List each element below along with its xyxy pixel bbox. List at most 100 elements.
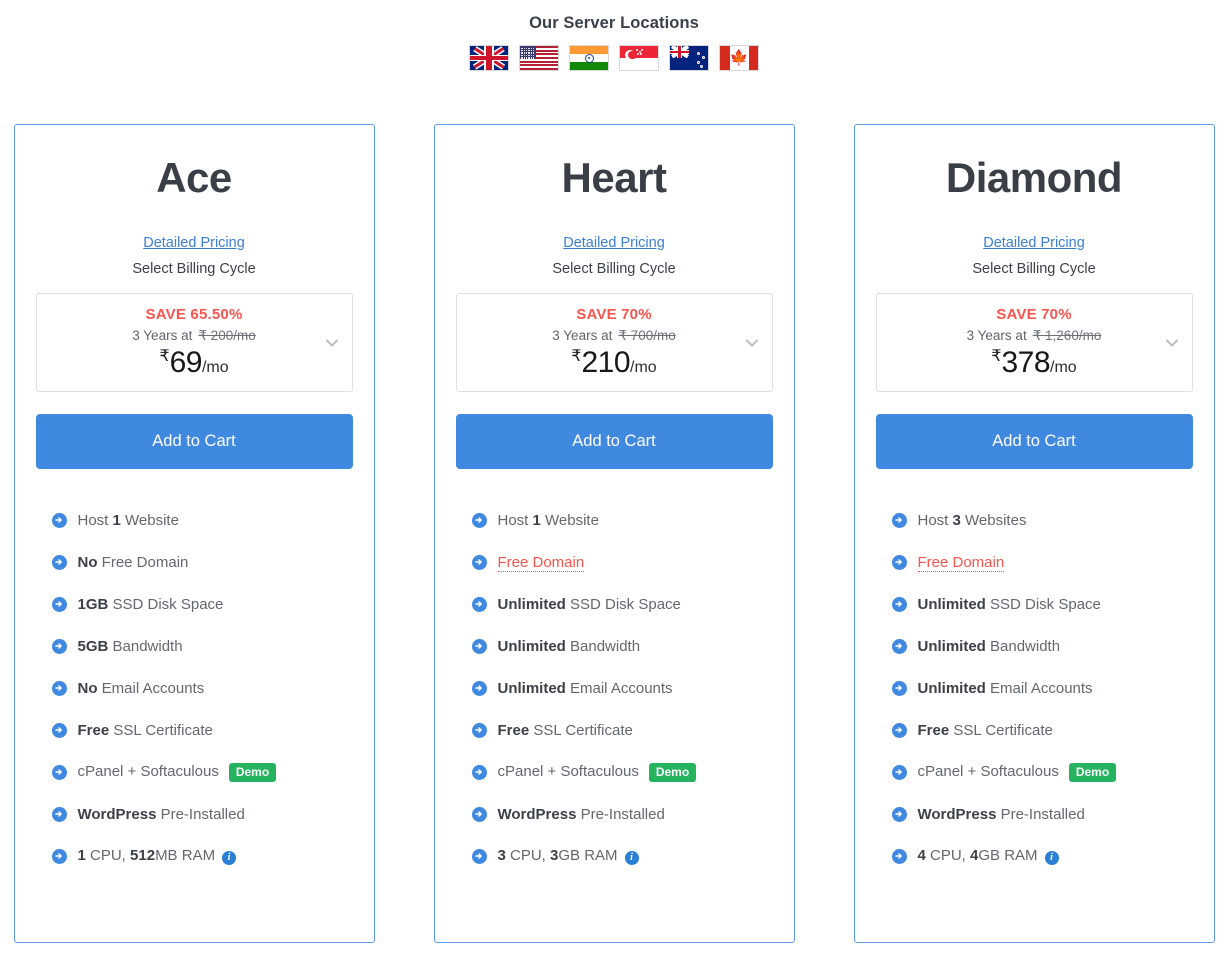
pricing-card-ace: Ace Detailed Pricing Select Billing Cycle S…: [13, 124, 375, 943]
feature-text: 3 CPU, 3GB RAM i: [498, 847, 639, 866]
add-to-cart-button[interactable]: Add to Cart: [875, 414, 1193, 470]
price-period: /mo: [1050, 358, 1077, 376]
billing-cycle-selector[interactable]: SAVE 70% 3 Years at ₹ 700/mo ₹210/mo: [455, 293, 773, 393]
billing-cycle-label: Select Billing Cycle: [132, 261, 256, 278]
arrow-circle-icon: [471, 596, 487, 612]
plan-name: Diamond: [945, 154, 1123, 201]
chevron-down-icon[interactable]: [744, 335, 760, 351]
arrow-circle-icon: [891, 764, 907, 780]
save-percent: SAVE 70%: [576, 305, 652, 323]
old-price: ₹ 200/mo: [198, 327, 256, 343]
demo-badge[interactable]: Demo: [648, 762, 697, 782]
feature-text: Unlimited SSD Disk Space: [917, 595, 1101, 613]
arrow-circle-icon: [891, 638, 907, 654]
feature-item: Unlimited Email Accounts: [891, 667, 1193, 709]
pricing-cards: Ace Detailed Pricing Select Billing Cycle S…: [0, 124, 1228, 943]
feature-text: Free SSL Certificate: [917, 721, 1053, 739]
pricing-card-diamond: Diamond Detailed Pricing Select Billing Cy…: [853, 124, 1215, 943]
save-percent: SAVE 70%: [996, 305, 1072, 323]
arrow-circle-icon: [891, 848, 907, 864]
arrow-circle-icon: [51, 596, 67, 612]
currency-symbol: ₹: [991, 347, 1002, 365]
feature-text: Free SSL Certificate: [77, 721, 213, 739]
pricing-page: Our Server Locations 🍁 Ace Detailed Prici…: [0, 0, 1228, 959]
term-and-old-price: 3 Years at ₹ 1,260/mo: [877, 328, 1192, 344]
info-icon[interactable]: i: [624, 851, 639, 866]
feature-item: cPanel + Softaculous Demo: [891, 751, 1193, 793]
current-price: ₹378/mo: [877, 346, 1192, 380]
chevron-down-icon[interactable]: [1164, 335, 1180, 351]
feature-text: Unlimited Email Accounts: [497, 679, 673, 697]
price-period: /mo: [201, 358, 229, 376]
arrow-circle-icon: [891, 722, 907, 738]
feature-text: Host 3 Websites: [917, 511, 1027, 529]
add-to-cart-button[interactable]: Add to Cart: [35, 414, 353, 470]
feature-text: cPanel + Softaculous Demo: [498, 762, 697, 782]
chevron-down-icon[interactable]: [324, 335, 340, 351]
feature-item: No Email Accounts: [51, 667, 353, 709]
feature-item: 4 CPU, 4GB RAM i: [891, 835, 1193, 877]
billing-cycle-selector[interactable]: SAVE 70% 3 Years at ₹ 1,260/mo ₹378/mo: [875, 293, 1193, 393]
arrow-circle-icon: [51, 764, 67, 780]
feature-list: Host 3 Websites Free Domain Unlimited SSD …: [876, 499, 1193, 877]
free-domain-link[interactable]: Free Domain: [917, 553, 1005, 572]
info-icon[interactable]: i: [222, 851, 237, 866]
flag-united-states: [519, 45, 559, 71]
feature-item: Host 3 Websites: [891, 499, 1193, 541]
old-price: ₹ 700/mo: [618, 327, 676, 343]
arrow-circle-icon: [891, 596, 907, 612]
feature-item: Host 1 Website: [51, 499, 353, 541]
feature-text: WordPress Pre-Installed: [497, 805, 665, 823]
price-amount: 69: [169, 345, 203, 379]
free-domain-link[interactable]: Free Domain: [497, 553, 585, 572]
arrow-circle-icon: [471, 638, 487, 654]
feature-item: cPanel + Softaculous Demo: [471, 751, 773, 793]
feature-item: 5GB Bandwidth: [51, 625, 353, 667]
arrow-circle-icon: [51, 848, 67, 864]
feature-text: Unlimited Bandwidth: [917, 637, 1061, 655]
arrow-circle-icon: [471, 722, 487, 738]
demo-badge[interactable]: Demo: [1068, 762, 1117, 782]
feature-text: Host 1 Website: [77, 511, 179, 529]
arrow-circle-icon: [471, 554, 487, 570]
demo-badge[interactable]: Demo: [228, 762, 277, 782]
flag-singapore: [619, 45, 659, 71]
arrow-circle-icon: [471, 764, 487, 780]
billing-cycle-selector[interactable]: SAVE 65.50% 3 Years at ₹ 200/mo ₹69/mo: [35, 293, 353, 393]
arrow-circle-icon: [51, 638, 67, 654]
feature-item: WordPress Pre-Installed: [891, 793, 1193, 835]
price-amount: 210: [581, 345, 631, 379]
feature-text: Free SSL Certificate: [497, 721, 633, 739]
current-price: ₹210/mo: [457, 346, 772, 380]
feature-text: 1 CPU, 512MB RAM i: [78, 847, 237, 866]
feature-item: Unlimited Email Accounts: [471, 667, 773, 709]
feature-item: Unlimited Bandwidth: [471, 625, 773, 667]
feature-item: 1GB SSD Disk Space: [51, 583, 353, 625]
feature-text: WordPress Pre-Installed: [917, 805, 1085, 823]
price-amount: 378: [1001, 345, 1051, 379]
feature-item: Unlimited SSD Disk Space: [471, 583, 773, 625]
arrow-circle-icon: [51, 722, 67, 738]
info-icon[interactable]: i: [1044, 851, 1059, 866]
plan-name: Heart: [561, 154, 667, 201]
arrow-circle-icon: [51, 680, 67, 696]
feature-item: Free SSL Certificate: [891, 709, 1193, 751]
detailed-pricing-link[interactable]: Detailed Pricing: [456, 235, 773, 251]
save-percent: SAVE 65.50%: [145, 305, 243, 323]
detailed-pricing-link[interactable]: Detailed Pricing: [876, 235, 1193, 251]
arrow-circle-icon: [51, 806, 67, 822]
feature-text: Unlimited SSD Disk Space: [497, 595, 681, 613]
feature-item: WordPress Pre-Installed: [471, 793, 773, 835]
feature-item: Unlimited Bandwidth: [891, 625, 1193, 667]
pricing-card-heart: Heart Detailed Pricing Select Billing Cycl…: [433, 124, 795, 943]
feature-text: Unlimited Email Accounts: [917, 679, 1093, 697]
flag-united-kingdom: [469, 45, 509, 71]
term-and-old-price: 3 Years at ₹ 200/mo: [37, 328, 352, 344]
feature-item: 3 CPU, 3GB RAM i: [471, 835, 773, 877]
currency-symbol: ₹: [571, 347, 582, 365]
feature-text: Free Domain: [917, 553, 1005, 572]
flag-new-zealand: [669, 45, 709, 71]
add-to-cart-button[interactable]: Add to Cart: [455, 414, 773, 470]
term-label: 3 Years at: [132, 327, 193, 343]
detailed-pricing-link[interactable]: Detailed Pricing: [36, 235, 353, 251]
